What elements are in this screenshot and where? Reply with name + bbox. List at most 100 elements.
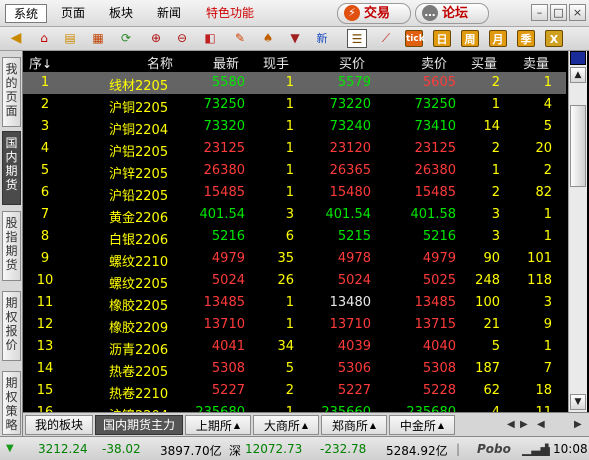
maximize-icon[interactable]: □ [550, 4, 567, 21]
header-name[interactable]: 名称 [147, 53, 173, 72]
bid-price: 26365 [329, 163, 371, 178]
week-button[interactable]: 周 [461, 30, 479, 47]
filter-icon[interactable]: ▼ [285, 29, 305, 48]
menu-sector[interactable]: 板块 [104, 4, 138, 23]
zoom-in-icon[interactable]: ⊕ [146, 29, 166, 48]
table-row[interactable]: 7 黄金2206 401.54 3 401.54 401.58 3 1 [23, 204, 566, 226]
hscroll-left-icon[interactable]: ◀ [537, 419, 545, 430]
ask-qty: 1 [543, 229, 552, 244]
trade-button[interactable]: ⚡ 交易 [337, 3, 411, 24]
tab-my-page[interactable]: 我的页面 [2, 57, 21, 127]
header-index[interactable]: 序↓ [29, 53, 52, 72]
tab-domestic-futures[interactable]: 国内期货 [2, 131, 21, 205]
menu-special-features[interactable]: 特色功能 [200, 4, 260, 23]
row-index: 12 [36, 317, 54, 332]
caret-up-icon: ▲ [369, 421, 377, 430]
hat-icon[interactable]: ♠ [258, 29, 278, 48]
tab-cffex[interactable]: 中金所 ▲ [389, 415, 455, 435]
kline-icon[interactable]: ⟋ [376, 29, 396, 48]
month-button[interactable]: 月 [489, 30, 507, 47]
tab-dce[interactable]: 大商所 ▲ [253, 415, 319, 435]
row-index: 15 [36, 383, 54, 398]
header-last[interactable]: 最新 [213, 53, 239, 72]
calendar-icon[interactable]: ▦ [88, 29, 108, 48]
row-index: 10 [36, 273, 54, 288]
tab-option-quotes[interactable]: 期权报价 [2, 291, 21, 361]
ask-qty: 1 [543, 339, 552, 354]
close-chart-button[interactable]: X [545, 30, 563, 47]
quarter-button[interactable]: 季 [517, 30, 535, 47]
news-icon[interactable]: 新 [312, 29, 332, 48]
table-row[interactable]: 5 沪锌2205 26380 1 26365 26380 1 2 [23, 160, 566, 182]
header-volume[interactable]: 现手 [263, 53, 289, 72]
tabs-scroll-left-icon[interactable]: ◀ [507, 419, 515, 430]
table-row[interactable]: 2 沪铜2205 73250 1 73220 73250 1 4 [23, 94, 566, 116]
last-price: 5308 [211, 361, 245, 376]
chart-icon[interactable]: ▤ [60, 29, 80, 48]
table-row[interactable]: 6 沪铅2205 15485 1 15480 15485 2 82 [23, 182, 566, 204]
layout-icon[interactable]: ◧ [200, 29, 220, 48]
table-row[interactable]: 15 热卷2210 5227 2 5227 5228 62 18 [23, 380, 566, 402]
home-icon[interactable]: ⌂ [34, 29, 54, 48]
current-volume: 1 [285, 141, 294, 156]
tabs-scroll-right-icon[interactable]: ▶ [520, 419, 528, 430]
list-view-icon[interactable]: ☰ [347, 29, 367, 48]
minimize-icon[interactable]: – [531, 4, 548, 21]
tick-button[interactable]: tick [405, 30, 425, 47]
bid-qty: 2 [491, 141, 500, 156]
vertical-scrollbar[interactable]: ▲ ▼ [568, 51, 587, 412]
table-row[interactable]: 4 沪铝2205 23125 1 23120 23125 2 20 [23, 138, 566, 160]
menu-news[interactable]: 新闻 [152, 4, 186, 23]
tab-option-strategy[interactable]: 期权策略 [2, 371, 21, 435]
tab-cffex-label: 中金所 [399, 419, 436, 433]
status-bar: ▼ 3212.24 -38.02 3897.70亿 深 12072.73 -23… [0, 436, 589, 460]
table-row[interactable]: 3 沪铜2204 73320 1 73240 73410 14 5 [23, 116, 566, 138]
forum-label: 论坛 [442, 6, 469, 21]
tab-my-sector[interactable]: 我的板块 [25, 415, 93, 435]
table-row[interactable]: 1 线材2205 5580 1 5579 5605 2 1 [23, 72, 566, 94]
tab-dce-label: 大商所 [263, 419, 300, 433]
scroll-up-icon[interactable]: ▲ [570, 67, 586, 83]
draw-pen-icon[interactable]: ✎ [230, 29, 250, 48]
table-row[interactable]: 14 热卷2205 5308 5 5306 5308 187 7 [23, 358, 566, 380]
header-bid-qty[interactable]: 买量 [471, 53, 497, 72]
hscroll-right-icon[interactable]: ▶ [574, 419, 582, 430]
header-ask[interactable]: 卖价 [421, 53, 447, 72]
last-price: 5216 [211, 229, 245, 244]
header-bid[interactable]: 买价 [339, 53, 365, 72]
refresh-icon[interactable]: ⟳ [116, 29, 136, 48]
current-volume: 2 [285, 383, 294, 398]
close-icon[interactable]: × [569, 4, 586, 21]
caret-up-icon: ▲ [301, 421, 309, 430]
tab-index-futures[interactable]: 股指期货 [2, 211, 21, 281]
ask-qty: 2 [543, 163, 552, 178]
table-row[interactable]: 11 橡胶2205 13485 1 13480 13485 100 3 [23, 292, 566, 314]
table-row[interactable]: 13 沥青2206 4041 34 4039 4040 5 1 [23, 336, 566, 358]
bid-qty: 5 [491, 339, 500, 354]
scroll-thumb[interactable] [570, 105, 586, 187]
menu-page[interactable]: 页面 [56, 4, 90, 23]
left-tab-bar: 我的页面 国内期货 股指期货 期权报价 期权策略 [0, 51, 23, 436]
tab-domestic-main[interactable]: 国内期货主力 [95, 415, 183, 435]
table-row[interactable]: 10 螺纹2205 5024 26 5024 5025 248 118 [23, 270, 566, 292]
table-row[interactable]: 12 橡胶2209 13710 1 13710 13715 21 9 [23, 314, 566, 336]
forum-button[interactable]: … 论坛 [415, 3, 489, 24]
table-row[interactable]: 9 螺纹2210 4979 35 4978 4979 90 101 [23, 248, 566, 270]
table-row[interactable]: 8 白银2206 5216 6 5215 5216 3 1 [23, 226, 566, 248]
table-row[interactable]: 16沪镍22042356801235660235680411 [23, 402, 566, 412]
ask-qty: 3 [543, 295, 552, 310]
day-button[interactable]: 日 [433, 30, 451, 47]
header-ask-qty[interactable]: 卖量 [523, 53, 549, 72]
bid-price: 401.54 [325, 207, 372, 222]
back-arrow-icon[interactable]: ◀ [6, 29, 26, 48]
tab-shfe[interactable]: 上期所 ▲ [185, 415, 251, 435]
current-volume: 3 [285, 207, 294, 222]
row-index: 2 [40, 97, 50, 112]
lock-icon: ▮ [544, 442, 550, 453]
menu-system[interactable]: 系统 [5, 4, 47, 23]
scroll-down-icon[interactable]: ▼ [570, 394, 586, 410]
tab-czce[interactable]: 郑商所 ▲ [321, 415, 387, 435]
zoom-out-icon[interactable]: ⊖ [172, 29, 192, 48]
quote-table: 序↓ 名称 最新 现手 买价 卖价 买量 卖量 1 线材2205 5580 1 5579… [23, 51, 566, 412]
separator-icon: | [456, 442, 461, 456]
